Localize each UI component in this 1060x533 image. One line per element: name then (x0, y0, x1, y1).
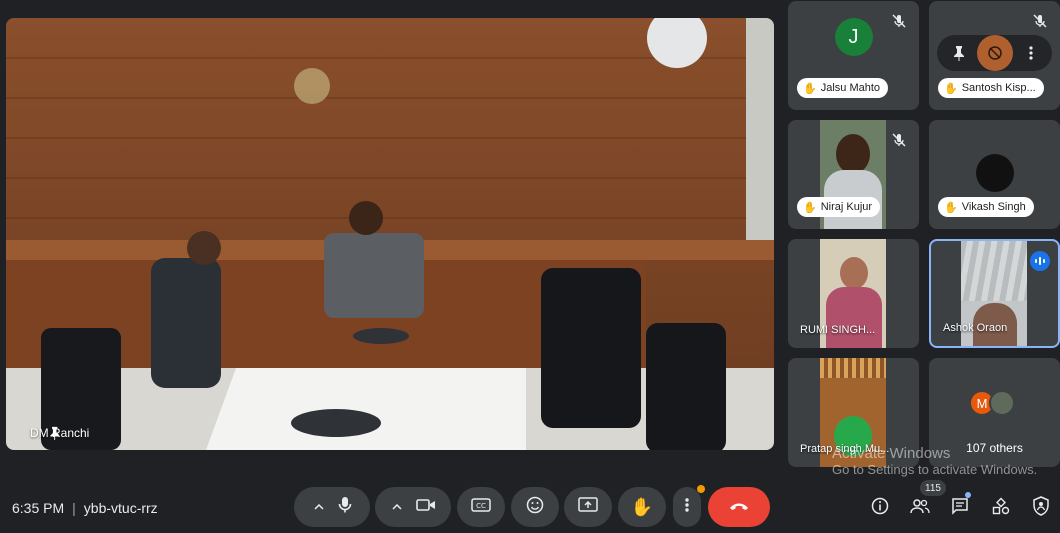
pin-icon[interactable] (946, 40, 972, 66)
others-avatars: M (969, 390, 1015, 416)
svg-text:CC: CC (476, 502, 486, 510)
hand-raised-icon: ✋ (944, 82, 958, 95)
participant-name-chip: ✋ Jalsu Mahto (797, 78, 889, 98)
main-video-frame (6, 18, 774, 450)
hand-raised-icon: ✋ (803, 201, 817, 214)
avatar (975, 154, 1014, 192)
participant-name: Vikash Singh (961, 201, 1026, 213)
main-video-label: DM Ranchi (20, 426, 89, 440)
camera-icon[interactable] (416, 498, 436, 517)
hand-icon: ✋ (630, 496, 654, 517)
participant-name-chip: ✋ Santosh Kisp... (938, 78, 1044, 98)
raise-hand-button[interactable]: ✋ (618, 487, 666, 527)
participant-tile-vikash[interactable]: ✋ Vikash Singh (929, 120, 1060, 229)
avatar (989, 390, 1015, 416)
main-video-tile[interactable]: DM Ranchi (6, 18, 774, 450)
participant-tile-rumi[interactable]: RUMI SINGH... (788, 239, 919, 348)
camera-control-group (375, 487, 451, 527)
clock-time: 6:35 PM (12, 500, 65, 516)
participant-name: Ashok Oraon (943, 322, 1008, 334)
meeting-code[interactable]: ybb-vtuc-rrz (84, 500, 158, 516)
captions-button[interactable]: CC (457, 487, 505, 527)
speaking-indicator-icon (1030, 251, 1050, 271)
microphone-icon[interactable] (338, 496, 352, 519)
chat-notification-dot (965, 492, 971, 498)
captions-icon: CC (471, 497, 491, 517)
meeting-info: 6:35 PM | ybb-vtuc-rrz (12, 500, 158, 516)
emoji-button[interactable] (511, 487, 559, 527)
separator: | (72, 500, 76, 516)
watermark-title: Activate Windows (832, 445, 951, 462)
participant-name: RUMI SINGH... (800, 324, 876, 336)
mic-off-icon (892, 14, 906, 28)
info-icon[interactable] (869, 495, 891, 517)
mic-control-group (294, 487, 370, 527)
hand-raised-icon: ✋ (803, 82, 817, 95)
more-icon[interactable] (1018, 40, 1044, 66)
activities-icon[interactable] (990, 495, 1012, 517)
host-controls-icon[interactable] (1030, 495, 1052, 517)
chevron-up-icon[interactable] (308, 504, 330, 510)
participant-name: Santosh Kisp... (961, 82, 1036, 94)
chat-icon[interactable] (949, 495, 971, 517)
end-call-button[interactable] (708, 487, 770, 527)
present-button[interactable] (564, 487, 612, 527)
participant-name: Jalsu Mahto (820, 82, 881, 94)
people-icon[interactable] (909, 495, 931, 517)
more-options-button[interactable] (673, 485, 705, 527)
tile-hover-controls (937, 35, 1052, 71)
participant-name: Niraj Kujur (820, 201, 873, 213)
participant-tile-ashok[interactable]: Ashok Oraon (929, 239, 1060, 348)
activate-windows-watermark: Activate Windows Go to Settings to activ… (832, 446, 1037, 478)
participant-name-chip: ✋ Vikash Singh (938, 197, 1034, 217)
mic-off-icon (1033, 14, 1047, 28)
end-call-icon (728, 498, 750, 516)
watermark-subtitle: Go to Settings to activate Windows. (832, 462, 1038, 477)
emoji-icon (526, 496, 544, 519)
meet-window: DM Ranchi J ✋ Jalsu Mahto ✋ Santosh Kisp… (0, 0, 1060, 533)
remove-icon[interactable] (976, 35, 1013, 71)
more-vert-icon (685, 497, 689, 518)
hand-raised-icon: ✋ (944, 201, 958, 214)
notification-dot (697, 485, 705, 493)
chevron-up-icon[interactable] (386, 504, 408, 510)
participant-name-chip: ✋ Niraj Kujur (797, 197, 881, 217)
mic-off-icon (892, 133, 906, 147)
participant-tile-niraj[interactable]: ✋ Niraj Kujur (788, 120, 919, 229)
participant-tile-santosh[interactable]: ✋ Santosh Kisp... (929, 1, 1060, 110)
avatar: J (834, 18, 873, 56)
participant-tile-jalsu[interactable]: J ✋ Jalsu Mahto (788, 1, 919, 110)
participant-count-badge: 115 (920, 480, 946, 496)
present-icon (578, 496, 598, 518)
